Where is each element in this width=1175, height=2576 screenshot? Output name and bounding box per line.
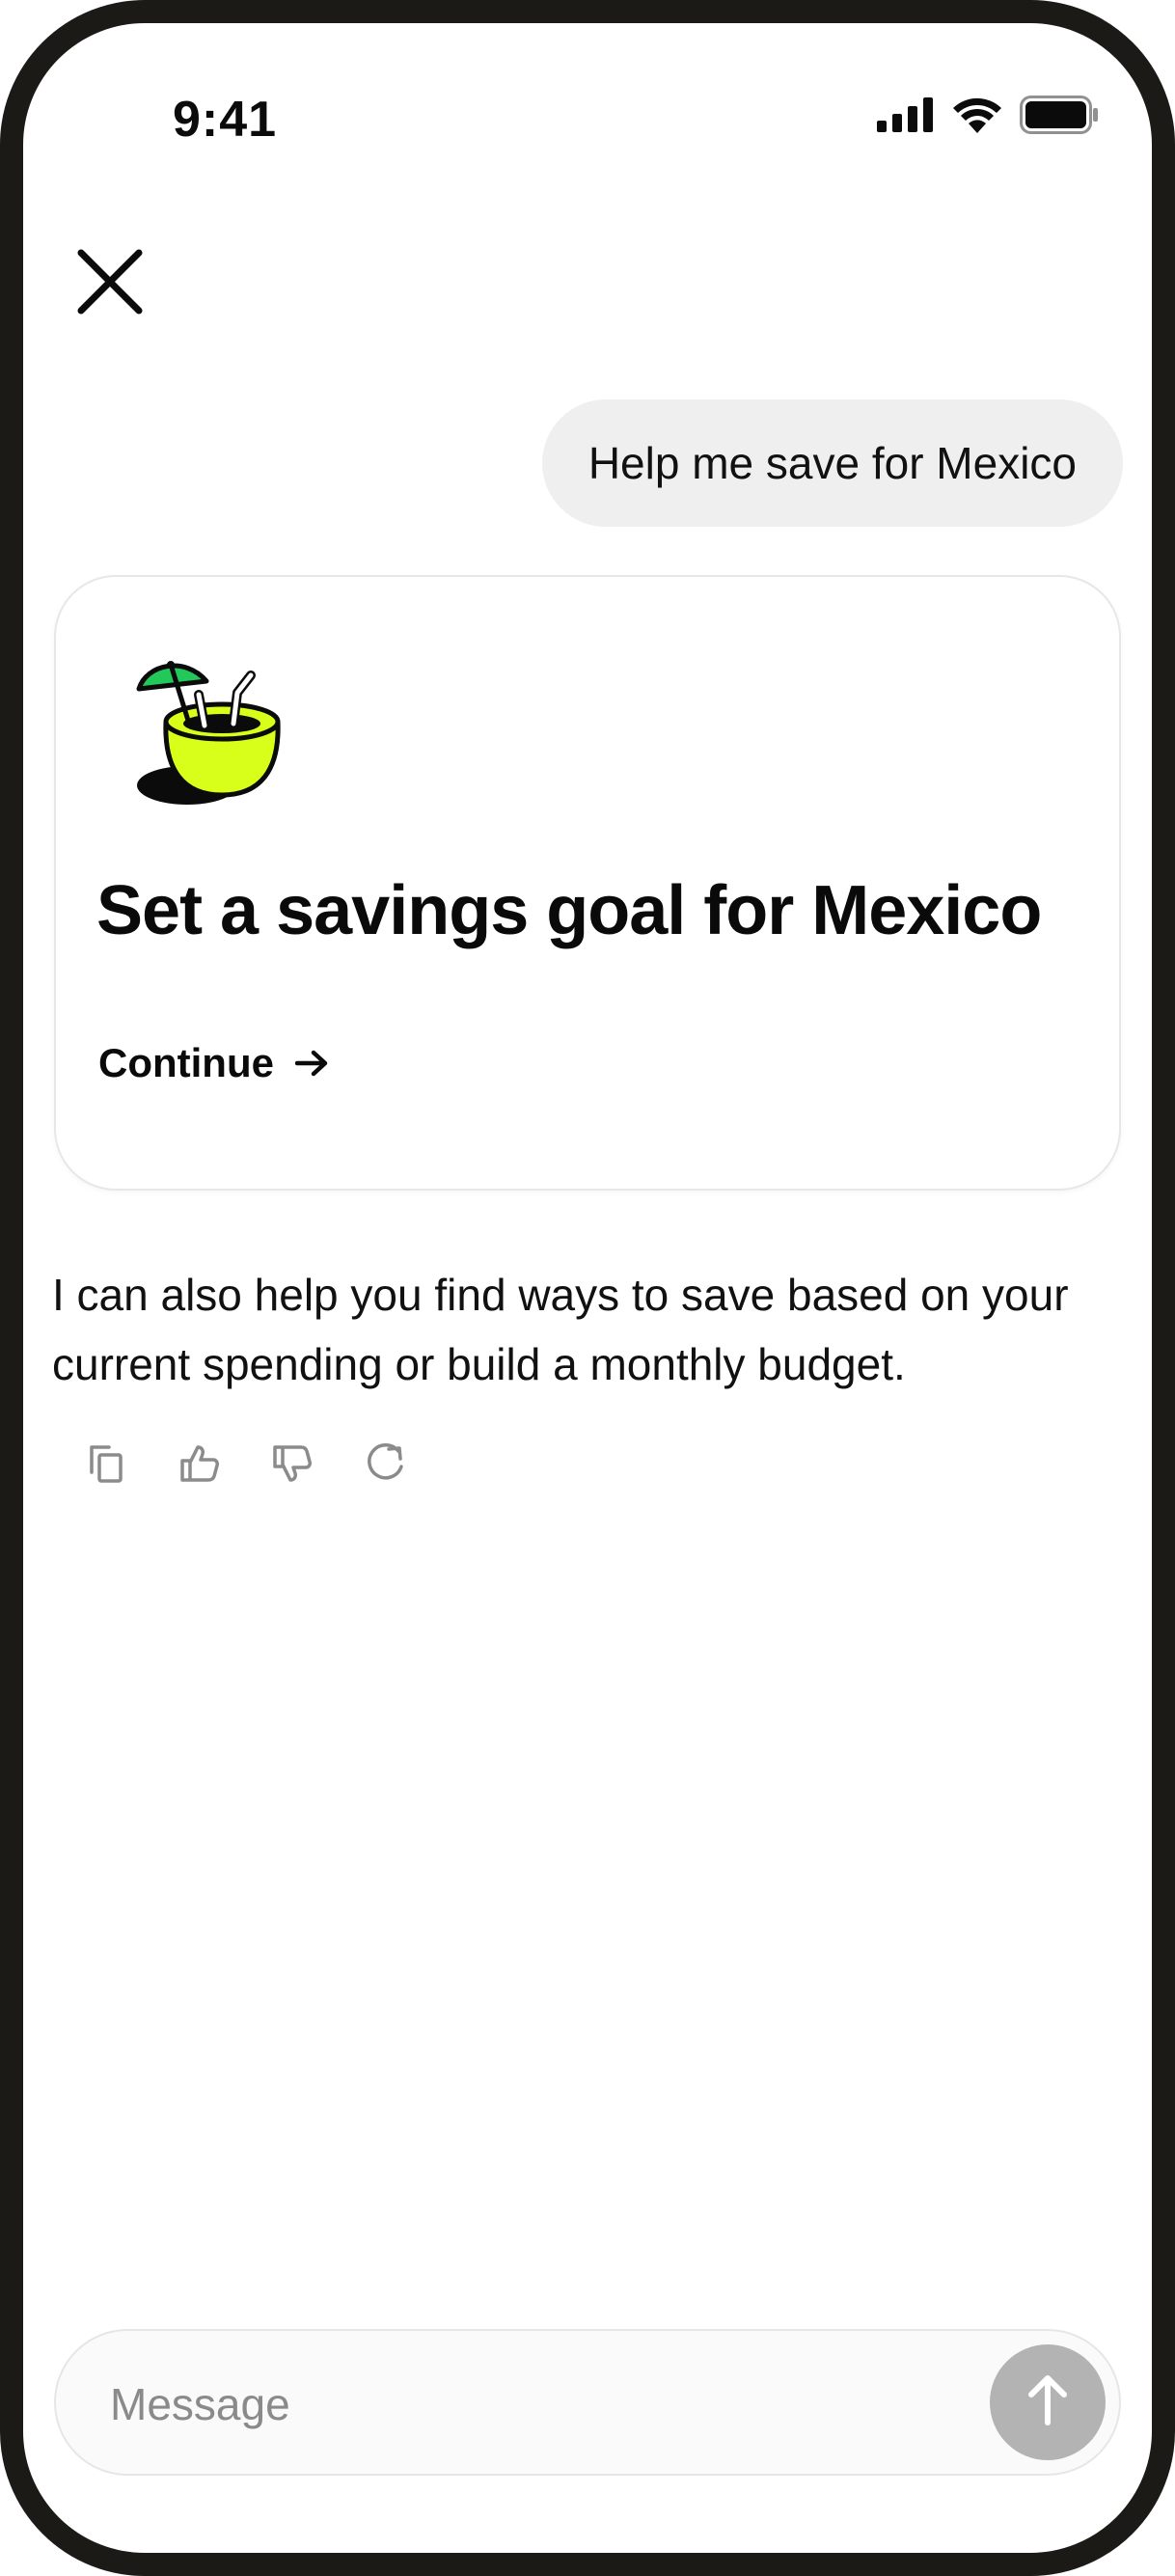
- battery-icon: [1020, 96, 1099, 139]
- savings-goal-card[interactable]: Set a savings goal for Mexico Continue: [54, 575, 1121, 1191]
- status-icons: [877, 96, 1099, 139]
- message-input[interactable]: [108, 2366, 980, 2443]
- close-icon: [77, 249, 143, 319]
- assistant-message: I can also help you find ways to save ba…: [52, 1270, 1069, 1389]
- thumbs-down-button[interactable]: [270, 1443, 314, 1488]
- screen: 9:41 Help me save for Mexico Set a savin…: [23, 23, 1152, 2553]
- arrow-right-icon: [294, 1040, 328, 1086]
- signal-icon: [877, 97, 935, 137]
- wifi-icon: [952, 96, 1002, 138]
- phone-frame: 9:41 Help me save for Mexico Set a savin…: [0, 0, 1175, 2576]
- card-title: Set a savings goal for Mexico: [96, 872, 1042, 949]
- send-button[interactable]: [990, 2344, 1106, 2460]
- thumbs-down-icon: [271, 1443, 314, 1489]
- regenerate-button[interactable]: [363, 1442, 407, 1489]
- coconut-drink-illustration: [125, 654, 299, 818]
- thumbs-up-icon: [178, 1443, 221, 1489]
- arrow-up-icon: [1026, 2374, 1069, 2431]
- message-composer: [54, 2329, 1121, 2476]
- close-button[interactable]: [71, 245, 149, 322]
- message-actions: [85, 1442, 407, 1489]
- continue-label: Continue: [98, 1040, 274, 1085]
- status-time: 9:41: [173, 92, 278, 148]
- thumbs-up-button[interactable]: [178, 1443, 222, 1488]
- copy-icon: [88, 1443, 126, 1489]
- user-message-bubble: Help me save for Mexico: [541, 399, 1123, 527]
- continue-button[interactable]: Continue: [98, 1040, 328, 1086]
- regenerate-icon: [364, 1442, 406, 1489]
- copy-button[interactable]: [85, 1443, 129, 1488]
